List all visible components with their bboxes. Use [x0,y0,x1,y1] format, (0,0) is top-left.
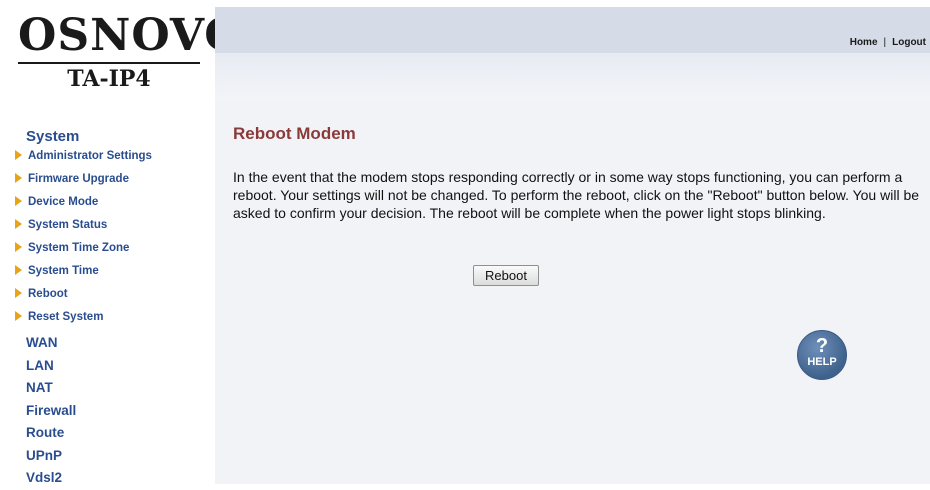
bullet-arrow-icon [15,219,22,229]
bullet-arrow-icon [15,196,22,206]
sidebar-item-label: Reboot [28,288,68,300]
sidebar: OSNOVO TA-IP4 System Administrator Setti… [0,0,244,485]
sidebar-section-system[interactable]: System [0,126,215,148]
bullet-arrow-icon [15,265,22,275]
sidebar-section-wan[interactable]: WAN [0,332,215,355]
sidebar-section-lan[interactable]: LAN [0,355,215,378]
top-links: Home | Logout [850,37,926,48]
sidebar-item-administrator-settings[interactable]: Administrator Settings [0,148,215,171]
sidebar-item-label: Administrator Settings [28,150,152,162]
bullet-arrow-icon [15,150,22,160]
bullet-arrow-icon [15,311,22,321]
sidebar-item-system-status[interactable]: System Status [0,217,215,240]
sidebar-item-firmware-upgrade[interactable]: Firmware Upgrade [0,171,215,194]
sidebar-item-device-mode[interactable]: Device Mode [0,194,215,217]
sidebar-section-nat[interactable]: NAT [0,377,215,400]
logout-link[interactable]: Logout [892,37,926,48]
brand-model: TA-IP4 [67,66,151,92]
top-bar: Home | Logout [215,7,930,53]
main-content: Reboot Modem In the event that the modem… [215,99,930,484]
question-mark-glyph: ? [815,335,829,357]
sidebar-section-vdsl2[interactable]: Vdsl2 [0,467,215,490]
sidebar-item-system-time[interactable]: System Time [0,263,215,286]
sidebar-section-firewall[interactable]: Firewall [0,400,215,423]
logo-divider [18,62,200,64]
bullet-arrow-icon [15,173,22,183]
help-label: HELP [807,356,837,368]
sidebar-item-system-time-zone[interactable]: System Time Zone [0,240,215,263]
home-link[interactable]: Home [850,37,878,48]
sidebar-nav: System Administrator Settings Firmware U… [0,126,215,490]
brand-name: OSNOVO [18,10,244,61]
bullet-arrow-icon [15,242,22,252]
sidebar-item-reboot[interactable]: Reboot [0,286,215,309]
sidebar-item-label: Device Mode [28,196,99,208]
help-icon[interactable]: ? HELP [797,330,847,380]
header-gradient [215,53,930,99]
sidebar-item-reset-system[interactable]: Reset System [0,309,215,332]
sidebar-item-label: System Status [28,219,108,231]
sidebar-section-upnp[interactable]: UPnP [0,445,215,468]
link-separator: | [883,37,887,48]
sidebar-item-label: Reset System [28,311,104,323]
sidebar-section-route[interactable]: Route [0,422,215,445]
brand-logo: OSNOVO TA-IP4 [18,10,244,92]
sidebar-item-label: System Time Zone [28,242,130,254]
sidebar-item-label: Firmware Upgrade [28,173,129,185]
reboot-description: In the event that the modem stops respon… [233,169,920,221]
reboot-button[interactable]: Reboot [473,265,539,286]
page-title: Reboot Modem [233,124,356,143]
sidebar-item-label: System Time [28,265,99,277]
bullet-arrow-icon [15,288,22,298]
